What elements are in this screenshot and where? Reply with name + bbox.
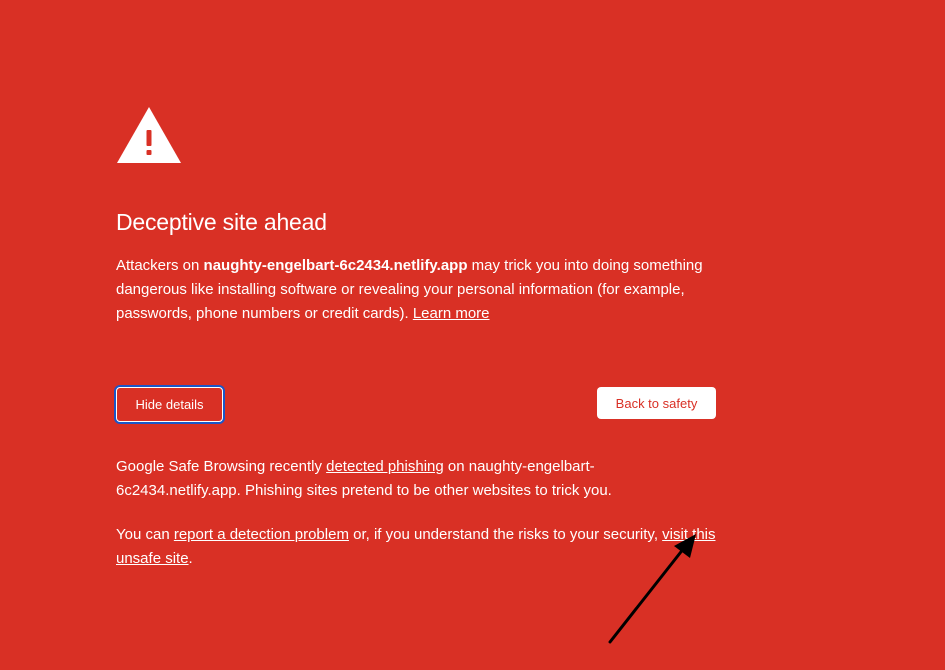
details-paragraph: Google Safe Browsing recently detected p… (116, 455, 716, 503)
back-to-safety-button[interactable]: Back to safety (597, 387, 716, 419)
button-row: Hide details Back to safety (116, 387, 716, 423)
risk-suffix: . (188, 550, 193, 567)
risk-prefix: You can (116, 526, 174, 543)
details-prefix: Google Safe Browsing recently (116, 458, 327, 475)
learn-more-link[interactable]: Learn more (413, 305, 490, 322)
intro-text: Attackers on naughty-engelbart-6c2434.ne… (116, 254, 716, 326)
interstitial-main-content: Deceptive site ahead Attackers on naught… (116, 104, 716, 571)
detected-phishing-link[interactable]: detected phishing (326, 458, 444, 475)
warning-triangle-icon (117, 107, 181, 163)
report-detection-problem-link[interactable]: report a detection problem (174, 526, 349, 543)
page-title: Deceptive site ahead (116, 209, 327, 235)
annotation-arrow-icon (608, 534, 696, 644)
intro-prefix: Attackers on (116, 257, 204, 274)
hide-details-button[interactable]: Hide details (116, 387, 223, 422)
site-hostname: naughty-engelbart-6c2434.netlify.app (203, 257, 468, 274)
